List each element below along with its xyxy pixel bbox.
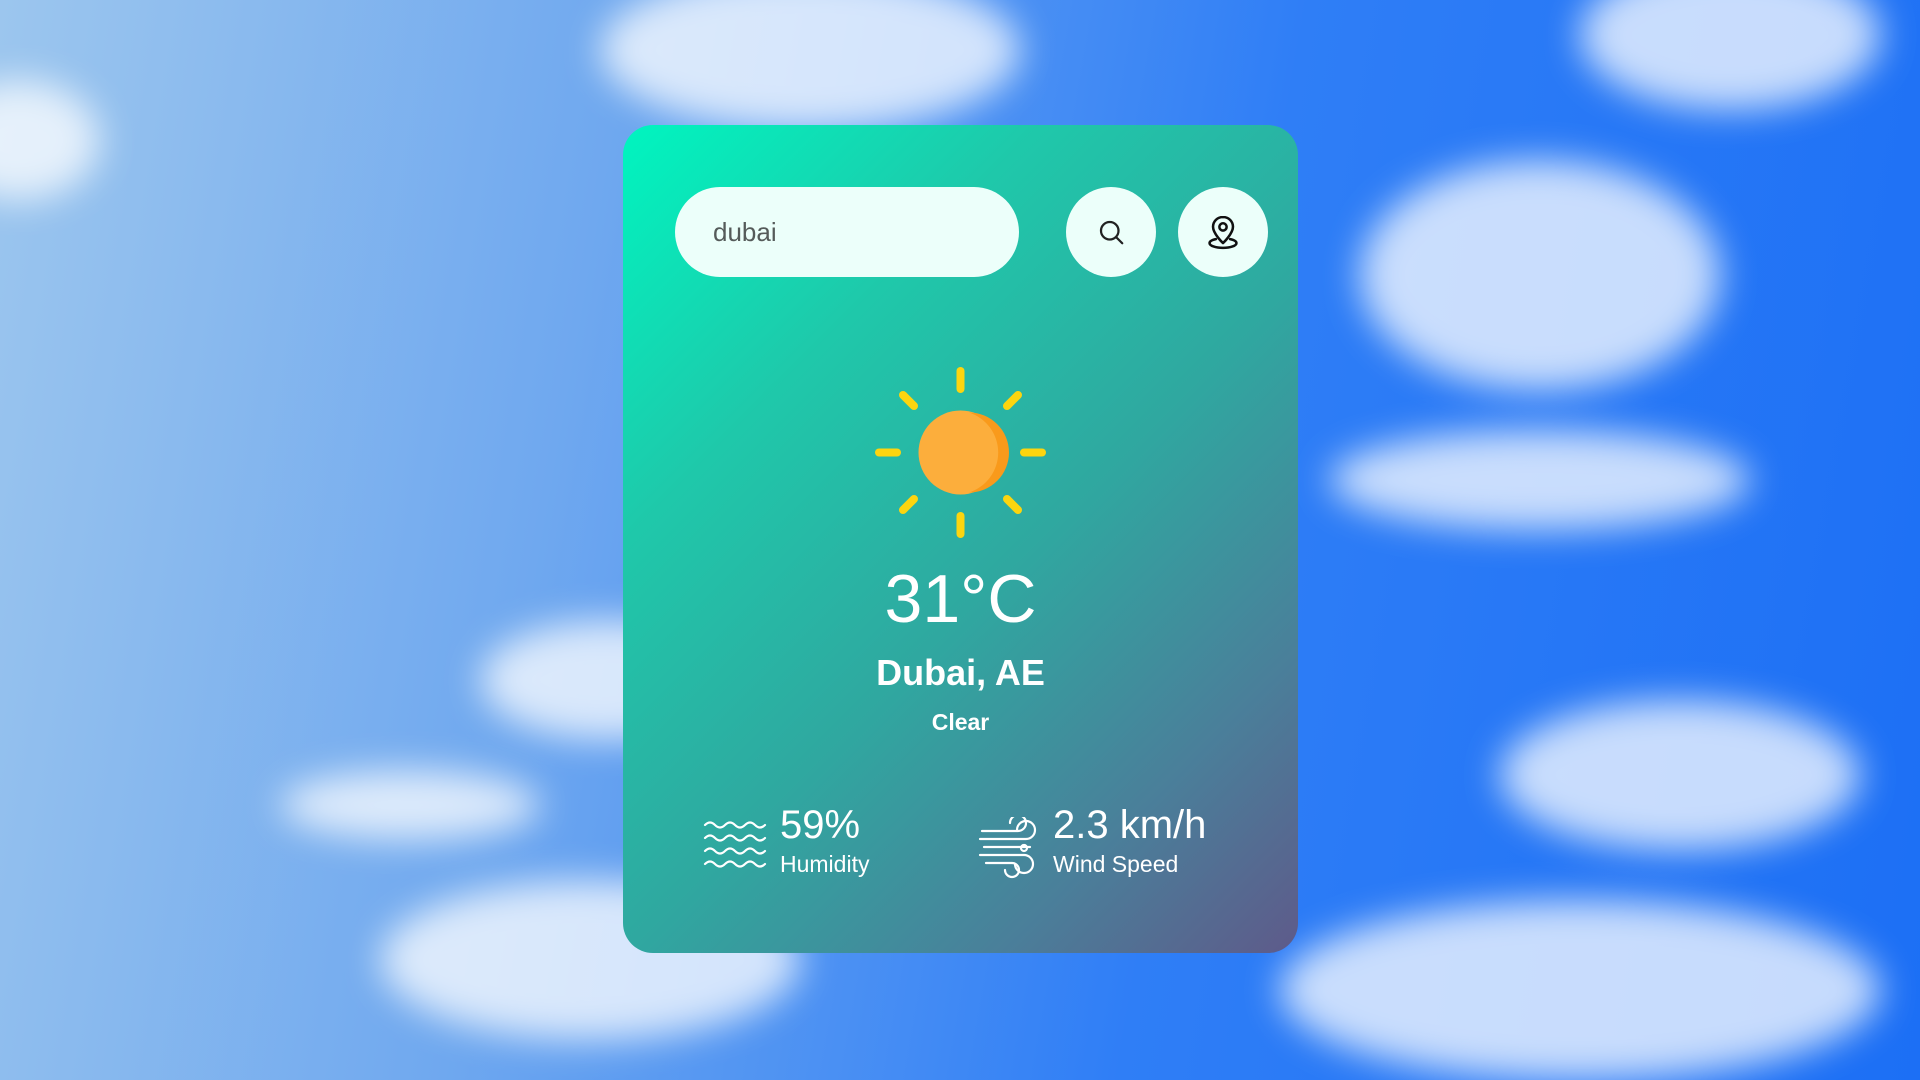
humidity-stat: 59% Humidity — [703, 805, 943, 885]
wind-icon — [978, 817, 1037, 879]
location-name: Dubai, AE — [876, 652, 1045, 693]
search-icon — [1099, 220, 1124, 245]
city-search-input[interactable] — [675, 187, 1019, 277]
wind-speed-value: 2.3 km/h — [1053, 803, 1207, 847]
humidity-value: 59% — [780, 803, 861, 847]
sun-icon — [875, 367, 1046, 538]
map-pin-icon — [1208, 215, 1238, 250]
weather-condition-icon — [873, 365, 1048, 540]
current-location-button[interactable] — [1178, 187, 1268, 277]
weather-card: 31°C Dubai, AE Clear 59% Humidity 2.3 km… — [623, 125, 1298, 953]
wind-speed-label: Wind Speed — [1053, 851, 1179, 877]
weather-condition: Clear — [931, 709, 990, 735]
temperature: 31°C — [884, 561, 1037, 637]
humidity-label: Humidity — [780, 851, 870, 877]
waves-icon — [703, 821, 767, 868]
wind-stat: 2.3 km/h Wind Speed — [978, 805, 1258, 885]
search-bar — [675, 187, 1268, 277]
search-button[interactable] — [1066, 187, 1156, 277]
